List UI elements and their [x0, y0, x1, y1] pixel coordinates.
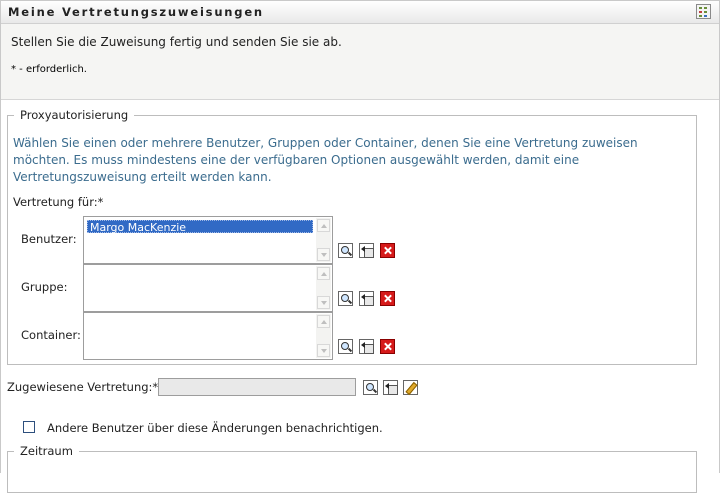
proxy-description: Wählen Sie einen oder mehrere Benutzer, …	[13, 136, 638, 184]
edit-icon[interactable]	[403, 380, 418, 395]
history-icon[interactable]	[359, 291, 374, 306]
assigned-proxy-input[interactable]	[158, 378, 356, 396]
gruppe-label: Gruppe:	[21, 280, 68, 294]
scroll-down-icon[interactable]	[317, 344, 330, 357]
intro-text: Stellen Sie die Zuweisung fertig und sen…	[11, 35, 342, 49]
benutzer-listbox[interactable]: Margo MacKenzie	[83, 216, 333, 264]
grid-menu-icon[interactable]	[696, 4, 711, 19]
page-title: Meine Vertretungszuweisungen	[8, 5, 264, 19]
assigned-proxy-label: Zugewiesene Vertretung:*	[7, 380, 159, 394]
zeitraum-group	[7, 451, 697, 493]
scroll-up-icon[interactable]	[317, 219, 330, 232]
scroll-up-icon[interactable]	[317, 315, 330, 328]
notify-checkbox[interactable]	[23, 421, 35, 433]
clear-icon[interactable]	[380, 339, 395, 354]
scrollbar[interactable]	[316, 314, 331, 358]
container-label: Container:	[21, 328, 81, 342]
history-icon[interactable]	[359, 243, 374, 258]
notify-label: Andere Benutzer über diese Änderungen be…	[47, 421, 383, 435]
scrollbar[interactable]	[316, 266, 331, 310]
gruppe-listbox[interactable]	[83, 264, 333, 312]
container-listbox[interactable]	[83, 312, 333, 360]
search-icon[interactable]	[338, 339, 353, 354]
clear-icon[interactable]	[380, 243, 395, 258]
intro-panel: Stellen Sie die Zuweisung fertig und sen…	[1, 24, 719, 100]
search-icon[interactable]	[338, 291, 353, 306]
proxy-legend: Proxyautorisierung	[14, 108, 135, 122]
scroll-up-icon[interactable]	[317, 267, 330, 280]
search-icon[interactable]	[363, 380, 378, 395]
portlet-header: Meine Vertretungszuweisungen	[1, 1, 719, 24]
history-icon[interactable]	[383, 380, 398, 395]
scroll-down-icon[interactable]	[317, 248, 330, 261]
required-note: * - erforderlich.	[11, 64, 87, 75]
zeitraum-legend: Zeitraum	[14, 444, 79, 458]
list-item[interactable]: Margo MacKenzie	[87, 220, 313, 234]
scrollbar[interactable]	[316, 218, 331, 262]
benutzer-label: Benutzer:	[21, 232, 77, 246]
history-icon[interactable]	[359, 339, 374, 354]
search-icon[interactable]	[338, 243, 353, 258]
clear-icon[interactable]	[380, 291, 395, 306]
scroll-down-icon[interactable]	[317, 296, 330, 309]
portlet-frame: Meine Vertretungszuweisungen Stellen Sie…	[0, 0, 720, 493]
vertretung-fuer-label: Vertretung für:*	[13, 195, 104, 209]
